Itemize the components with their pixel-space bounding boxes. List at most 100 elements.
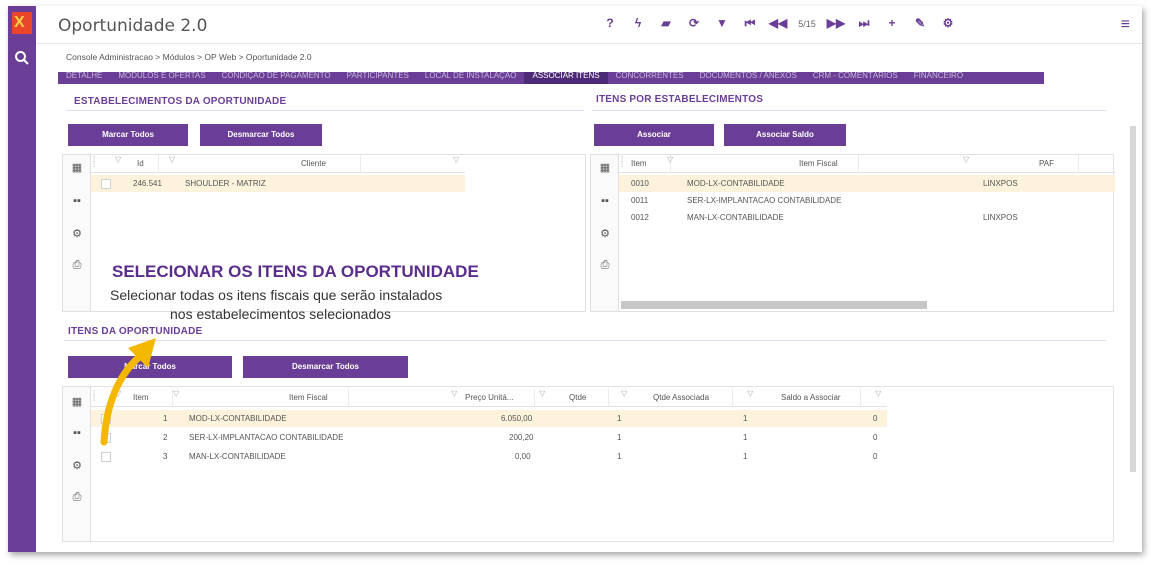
col-id[interactable]: Id	[137, 155, 159, 173]
row-checkbox[interactable]	[101, 452, 111, 462]
tab-documentos-anexos[interactable]: DOCUMENTOS / ANEXOS	[692, 72, 805, 84]
filter-icon[interactable]: ▽	[875, 389, 881, 398]
table-row[interactable]: 3 MAN-LX-CONTABILIDADE 0,00 1 1 0	[91, 448, 887, 465]
cell-item-fiscal: MAN-LX-CONTABILIDADE	[189, 452, 286, 461]
tab-condicao-pagamento[interactable]: CONDIÇÃO DE PAGAMENTO	[214, 72, 339, 84]
settings-icon[interactable]: ⚙	[70, 227, 84, 241]
page-title: Oportunidade 2.0	[58, 16, 208, 36]
next-record-icon[interactable]: ▶▶	[822, 16, 850, 32]
tab-bar: DETALHE MÓDULOS E OFERTAS CONDIÇÃO DE PA…	[58, 72, 1044, 84]
table-row[interactable]: 1 MOD-LX-CONTABILIDADE 6.050,00 1 1 0	[91, 410, 887, 427]
settings-icon[interactable]: ⚙	[598, 227, 612, 241]
cell-saldo: 0	[873, 414, 878, 423]
gear-icon[interactable]: ⚙	[934, 16, 962, 32]
table-row[interactable]: 0012 MAN-LX-CONTABILIDADE LINXPOS	[619, 209, 1115, 226]
filter-icon[interactable]: ▽	[451, 389, 457, 398]
annotation-title: SELECIONAR OS ITENS DA OPORTUNIDADE	[112, 262, 479, 281]
associate-balance-button[interactable]: Associar Saldo	[724, 124, 846, 146]
title-bar: Oportunidade 2.0 ? ϟ ▰ ⟳ ▼ ⏮ ◀◀ 5/15 ▶▶ …	[36, 6, 1142, 44]
export-icon[interactable]: ⎙	[70, 491, 84, 505]
table-row[interactable]: 0011 SER-LX-IMPLANTACAO CONTABILIDADE	[619, 192, 1115, 209]
table-row[interactable]: 2 SER-LX-IMPLANTACAO CONTABILIDADE 200,2…	[91, 429, 887, 446]
tab-participantes[interactable]: PARTICIPANTES	[339, 72, 417, 84]
col-qtde-associada[interactable]: Qtde Associada	[653, 389, 733, 407]
annotation-line-1: Selecionar todas os itens fiscais que se…	[110, 287, 443, 303]
drag-handle-icon[interactable]: ⁞ ⁞	[93, 156, 95, 169]
filter-icon[interactable]: ▽	[963, 155, 969, 164]
cell-item-fiscal: SER-LX-IMPLANTACAO CONTABILIDADE	[687, 196, 842, 205]
horizontal-scrollbar[interactable]	[621, 301, 927, 309]
cell-qtde: 1	[617, 414, 622, 423]
col-item[interactable]: Item	[631, 155, 671, 173]
columns-icon[interactable]: ▦	[70, 395, 84, 409]
itens-estab-grid-sidebar: ▦ ▪▪ ⚙ ⎙	[591, 155, 619, 311]
associate-button[interactable]: Associar	[594, 124, 714, 146]
filter-icon[interactable]: ▽	[667, 155, 673, 164]
search-icon[interactable]	[14, 50, 30, 66]
estab-mark-all-button[interactable]: Marcar Todos	[68, 124, 188, 146]
col-cliente[interactable]: Cliente	[301, 155, 361, 173]
export-icon[interactable]: ⎙	[598, 259, 612, 273]
estab-grid-header: ⁞ ⁞ ▽ Id ▽ Cliente ▽	[91, 155, 465, 173]
app-logo[interactable]: X	[12, 12, 32, 34]
itens-op-unmark-all-button[interactable]: Desmarcar Todos	[243, 356, 408, 378]
columns-icon[interactable]: ▦	[598, 161, 612, 175]
col-item-fiscal[interactable]: Item Fiscal	[289, 389, 349, 407]
itens-op-grid: ▦ ▪▪ ⚙ ⎙ ⁞ ⁞ ▽ Item ▽ Item Fiscal ▽ Preço…	[62, 386, 1114, 542]
annotation-line-2: nos estabelecimentos selecionados	[170, 306, 392, 322]
export-icon[interactable]: ⎙	[70, 259, 84, 273]
grid-view-icon[interactable]: ▪▪	[70, 195, 84, 209]
settings-icon[interactable]: ⚙	[70, 459, 84, 473]
tab-crm-comentarios[interactable]: CRM - COMENTÁRIOS	[805, 72, 906, 84]
grid-view-icon[interactable]: ▪▪	[598, 195, 612, 209]
drag-handle-icon[interactable]: ⁞ ⁞	[621, 156, 623, 169]
col-qtde[interactable]: Qtde	[569, 389, 609, 407]
col-preco-unitario[interactable]: Preço Unitá...	[465, 389, 535, 407]
columns-icon[interactable]: ▦	[70, 161, 84, 175]
estab-unmark-all-button[interactable]: Desmarcar Todos	[200, 124, 322, 146]
page-scrollbar[interactable]	[1130, 126, 1136, 472]
grid-view-icon[interactable]: ▪▪	[70, 427, 84, 441]
refresh-icon[interactable]: ⟳	[680, 16, 708, 32]
cell-qtde-associada: 1	[743, 452, 748, 461]
tab-concorrentes[interactable]: CONCORRENTES	[608, 72, 692, 84]
col-paf[interactable]: PAF	[1039, 155, 1079, 173]
previous-record-icon[interactable]: ◀◀	[764, 16, 792, 32]
eraser-icon[interactable]: ▰	[652, 16, 680, 32]
last-record-icon[interactable]: ⏭	[850, 16, 878, 32]
help-icon[interactable]: ?	[596, 16, 624, 32]
flash-icon[interactable]: ϟ	[624, 16, 652, 32]
itens-estab-grid-header: ⁞ ⁞ Item ▽ Item Fiscal ▽ PAF	[619, 155, 1115, 173]
tab-modulos-ofertas[interactable]: MÓDULOS E OFERTAS	[110, 72, 213, 84]
first-record-icon[interactable]: ⏮	[736, 16, 764, 32]
table-row[interactable]: 0010 MOD-LX-CONTABILIDADE LINXPOS	[619, 175, 1115, 192]
itens-estab-section-title: ITENS POR ESTABELECIMENTOS	[596, 94, 764, 105]
filter-icon[interactable]: ▽	[539, 389, 545, 398]
table-row[interactable]: 246.541 SHOULDER - MATRIZ	[91, 175, 465, 192]
edit-icon[interactable]: ✎	[906, 16, 934, 32]
itens-op-divider	[64, 340, 1106, 341]
hamburger-menu-icon[interactable]: ≡	[1121, 16, 1130, 34]
cell-cliente: SHOULDER - MATRIZ	[185, 179, 266, 188]
left-sidebar: X	[8, 6, 36, 552]
add-icon[interactable]: +	[878, 16, 906, 32]
tab-local-instalacao[interactable]: LOCAL DE INSTALAÇÃO	[417, 72, 525, 84]
breadcrumb: Console Administracao > Módulos > OP Web…	[66, 52, 312, 62]
filter-icon[interactable]: ▽	[169, 155, 175, 164]
cell-item: 3	[163, 452, 168, 461]
filter-icon[interactable]: ▼	[708, 16, 736, 32]
cell-paf: LINXPOS	[983, 179, 1018, 188]
filter-icon[interactable]: ▽	[173, 389, 179, 398]
estab-section-title: ESTABELECIMENTOS DA OPORTUNIDADE	[74, 96, 287, 107]
col-item-fiscal[interactable]: Item Fiscal	[799, 155, 859, 173]
tab-detalhe[interactable]: DETALHE	[58, 72, 110, 84]
row-checkbox[interactable]	[101, 179, 111, 189]
filter-icon[interactable]: ▽	[621, 389, 627, 398]
col-saldo-associar[interactable]: Saldo a Associar	[781, 389, 861, 407]
filter-icon[interactable]: ▽	[115, 155, 121, 164]
filter-icon[interactable]: ▽	[453, 155, 459, 164]
cell-saldo: 0	[873, 452, 878, 461]
filter-icon[interactable]: ▽	[747, 389, 753, 398]
tab-associar-itens[interactable]: ASSOCIAR ITENS	[524, 72, 608, 84]
tab-financeiro[interactable]: FINANCEIRO	[906, 72, 971, 84]
